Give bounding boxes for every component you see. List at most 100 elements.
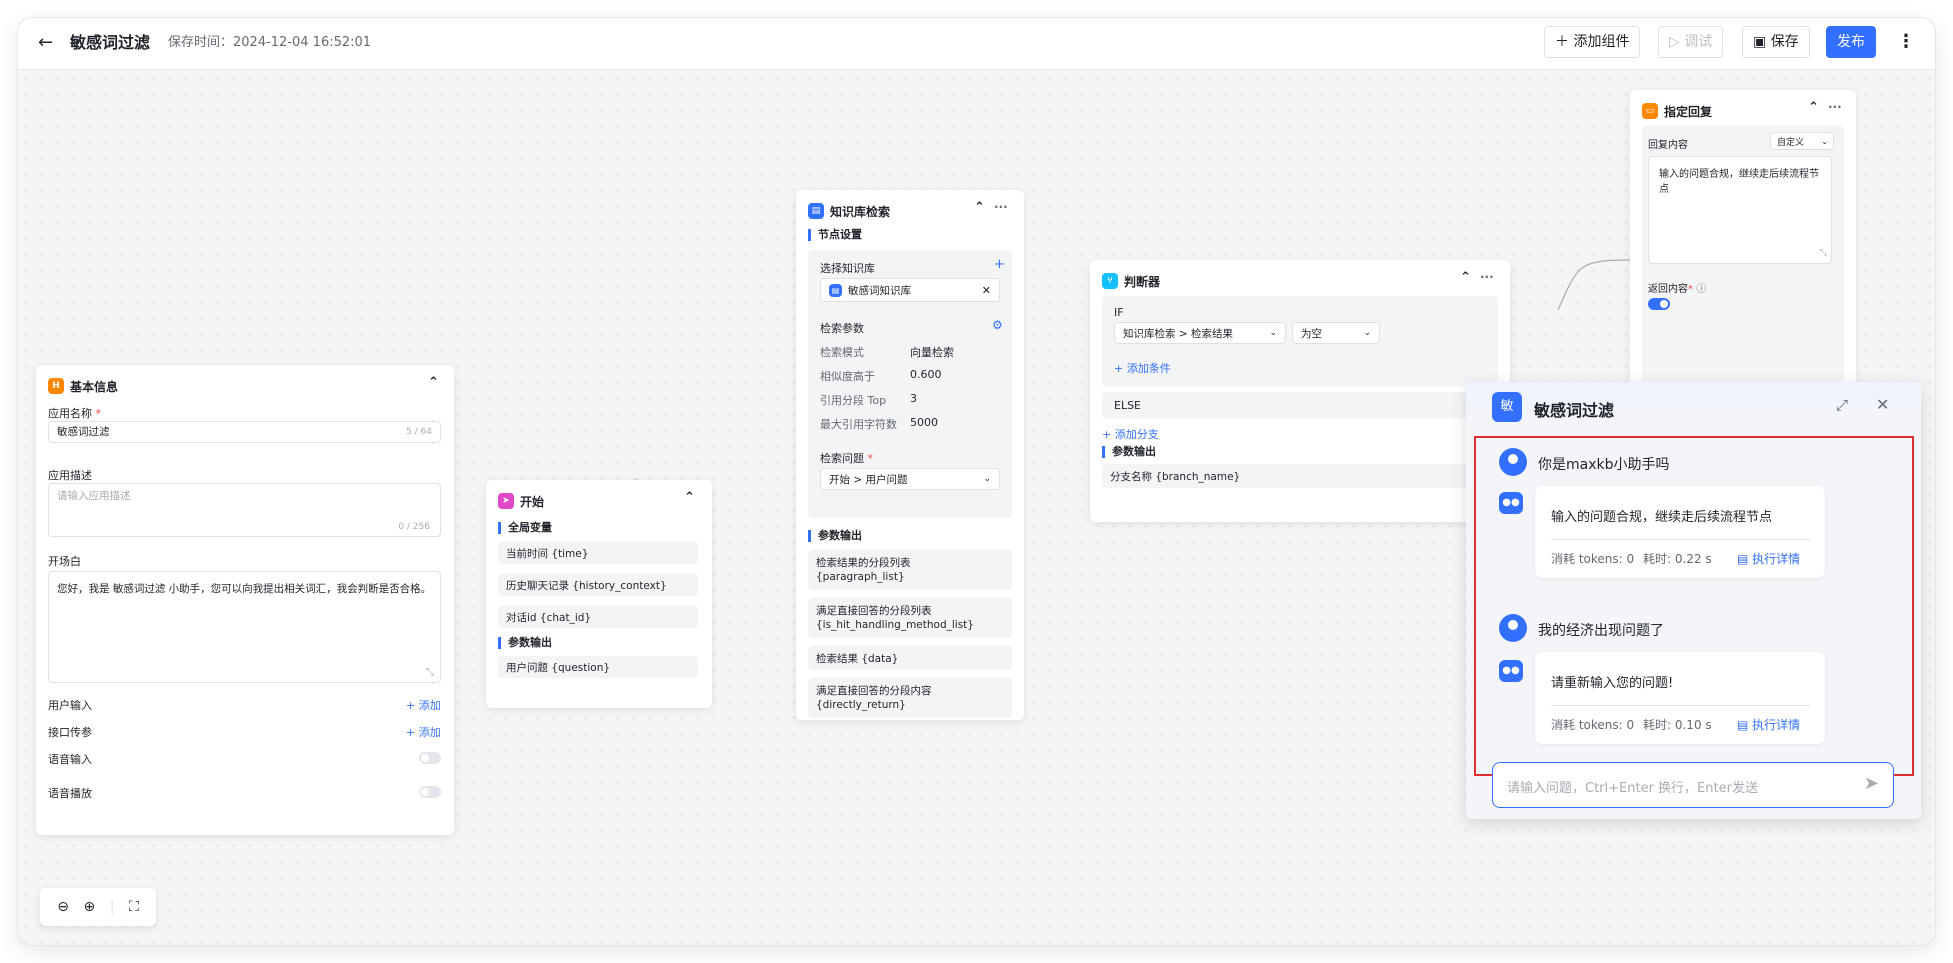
desc-textarea[interactable]: 请输入应用描述 0 / 256 — [48, 483, 441, 537]
param-key: 检索模式 — [820, 346, 864, 359]
var-time: 当前时间 {time} — [498, 542, 698, 564]
condition-operator-value: 为空 — [1301, 327, 1322, 340]
judge-header: ⑂ 判断器 — [1102, 272, 1160, 290]
assistant-answer: 输入的问题合规，继续走后续流程节点 — [1551, 510, 1773, 525]
fit-view-icon[interactable]: ⛶ — [129, 899, 139, 915]
reply-content-text: 输入的问题合规，继续走后续流程节点 — [1659, 169, 1819, 195]
add-component-button[interactable]: ＋ 添加组件 — [1544, 26, 1641, 58]
edge-judge-reply — [1557, 259, 1631, 311]
highlight-box: 你是maxkb小助手吗 ●● 输入的问题合规，继续走后续流程节点 消耗 toke… — [1474, 436, 1914, 776]
prologue-text: 您好，我是 敏感词过滤 小助手，您可以向我提出相关词汇，我会判断是否合格。 — [57, 583, 432, 595]
output-question: 用户问题 {question} — [498, 656, 698, 678]
send-icon[interactable]: ➤ — [1864, 773, 1879, 794]
judge-output-heading: 参数输出 — [1102, 446, 1156, 458]
collapse-caret-icon[interactable]: ⌃ — [1460, 270, 1471, 285]
output-name: 满足直接回答的分段内容 — [816, 685, 932, 697]
kb-settings-panel: 选择知识库 + ▤ 敏感词知识库 ✕ 检索参数 ⚙ 检索模式 向量检索 相似度高… — [808, 250, 1012, 518]
condition-operator-select[interactable]: 为空 ⌄ — [1292, 322, 1380, 344]
param-key: 最大引用字符数 — [820, 418, 897, 431]
prologue-label: 开场白 — [48, 555, 81, 568]
collapse-caret-icon[interactable]: ⌃ — [428, 375, 439, 390]
knowledge-base-icon: ▤ — [808, 203, 824, 219]
collapse-caret-icon[interactable]: ⌃ — [684, 490, 695, 505]
output-directly-return: 满足直接回答的分段内容 {directly_return} — [808, 678, 1012, 718]
pointer-icon: ➤ — [498, 493, 514, 509]
start-node[interactable]: ➤ 开始 ⌃ 全局变量 当前时间 {time} 历史聊天记录 {history_… — [486, 480, 712, 708]
output-name: 满足直接回答的分段列表 — [816, 605, 932, 617]
close-icon[interactable]: ✕ — [1876, 395, 1889, 414]
token-usage: 消耗 tokens: 0 — [1551, 552, 1635, 566]
workflow-canvas[interactable]: H 基本信息 ⌃ 应用名称 * 敏感词过滤 5 / 64 应用描述 请输入应用描… — [18, 70, 1935, 945]
document-icon: ▤ — [1737, 552, 1753, 566]
return-content-toggle[interactable] — [1648, 298, 1670, 310]
reply-title: 指定回复 — [1664, 104, 1713, 119]
knowledge-search-node[interactable]: ▤ 知识库检索 ⌃ ··· 节点设置 选择知识库 + ▤ 敏感词知识库 ✕ 检索… — [796, 190, 1024, 720]
else-label: ELSE — [1114, 399, 1142, 412]
output-var: {directly_return} — [816, 699, 906, 711]
reply-content-label: 回复内容 — [1648, 140, 1688, 151]
start-header: ➤ 开始 — [498, 492, 544, 510]
param-key: 相似度高于 — [820, 370, 875, 383]
judge-node[interactable]: ⑂ 判断器 ⌃ ··· IF 知识库检索 > 检索结果 ⌄ 为空 ⌄ + 添加条… — [1090, 260, 1510, 522]
basic-info-node[interactable]: H 基本信息 ⌃ 应用名称 * 敏感词过滤 5 / 64 应用描述 请输入应用描… — [36, 365, 454, 835]
basic-info-title: 基本信息 — [70, 379, 119, 394]
add-branch-button[interactable]: + 添加分支 — [1102, 426, 1159, 442]
gear-icon[interactable]: ⚙ — [992, 318, 1003, 332]
back-arrow-icon[interactable]: ← — [38, 33, 53, 53]
reply-header: ▭ 指定回复 — [1642, 102, 1712, 120]
more-vertical-icon[interactable]: ⋮ — [1896, 26, 1916, 58]
chevron-down-icon: ⌄ — [1363, 328, 1371, 338]
collapse-caret-icon[interactable]: ⌃ — [1808, 100, 1819, 115]
output-hit-list: 满足直接回答的分段列表 {is_hit_handling_method_list} — [808, 598, 1012, 638]
desc-label: 应用描述 — [48, 469, 92, 482]
reply-content-textarea[interactable]: 输入的问题合规，继续走后续流程节点 ⤡ — [1648, 156, 1832, 264]
zoom-in-icon[interactable]: ⊕ — [83, 899, 95, 915]
debug-label: 调试 — [1684, 34, 1713, 50]
chevron-down-icon: ⌄ — [1821, 136, 1828, 146]
add-api-param-button[interactable]: + 添加 — [406, 724, 441, 740]
condition-field-select[interactable]: 知识库检索 > 检索结果 ⌄ — [1114, 322, 1286, 344]
reply-mode-value: 自定义 — [1777, 137, 1805, 148]
chat-input-box[interactable]: 请输入问题，Ctrl+Enter 换行，Enter发送 ➤ — [1492, 762, 1894, 808]
app-name-input[interactable]: 敏感词过滤 5 / 64 — [48, 421, 441, 443]
zoom-out-icon[interactable]: ⊖ — [57, 899, 69, 915]
chat-title: 敏感词过滤 — [1534, 401, 1615, 420]
reply-mode-select[interactable]: 自定义 ⌄ — [1770, 132, 1834, 150]
condition-field-value: 知识库检索 > 检索结果 — [1123, 327, 1233, 340]
chevron-down-icon: ⌄ — [1269, 328, 1277, 338]
divider — [1551, 539, 1811, 540]
assistant-message: 输入的问题合规，继续走后续流程节点 消耗 tokens: 0 耗时: 0.22 … — [1535, 486, 1825, 578]
more-horizontal-icon[interactable]: ··· — [1480, 270, 1494, 284]
question-select[interactable]: 开始 > 用户问题 ⌄ — [820, 468, 1000, 490]
info-icon: ⓘ — [1696, 284, 1707, 295]
user-avatar — [1499, 614, 1527, 642]
kb-header: ▤ 知识库检索 — [808, 202, 890, 220]
execution-detail-link[interactable]: ▤ 执行详情 — [1737, 716, 1800, 733]
close-icon[interactable]: ✕ — [982, 284, 991, 297]
more-horizontal-icon[interactable]: ··· — [994, 200, 1008, 214]
expand-icon[interactable]: ⤢ — [1836, 396, 1848, 414]
kb-output-heading: 参数输出 — [808, 530, 862, 542]
app-window: ← 敏感词过滤 保存时间：2024-12-04 16:52:01 ＋ 添加组件 … — [18, 18, 1935, 945]
if-label: IF — [1114, 306, 1124, 319]
voice-input-toggle[interactable] — [419, 752, 441, 764]
reply-node[interactable]: ▭ 指定回复 ⌃ ··· 回复内容 自定义 ⌄ 输入的问题合规，继续走后续流程节… — [1630, 90, 1856, 420]
prologue-textarea[interactable]: 您好，我是 敏感词过滤 小助手，您可以向我提出相关词汇，我会判断是否合格。 ⤡ — [48, 571, 441, 683]
kb-chip[interactable]: ▤ 敏感词知识库 ✕ — [820, 278, 1000, 302]
execution-detail-link[interactable]: ▤ 执行详情 — [1737, 550, 1800, 567]
select-kb-label: 选择知识库 — [820, 262, 875, 275]
app-name-count: 5 / 64 — [406, 427, 432, 437]
publish-button[interactable]: 发布 — [1826, 26, 1876, 58]
resize-icon[interactable]: ⤡ — [426, 666, 434, 680]
resize-icon[interactable]: ⤡ — [1820, 246, 1827, 261]
debug-button[interactable]: ▷ 调试 — [1658, 26, 1724, 58]
add-user-input-button[interactable]: + 添加 — [406, 697, 441, 713]
collapse-caret-icon[interactable]: ⌃ — [974, 200, 985, 215]
add-condition-button[interactable]: + 添加条件 — [1114, 360, 1171, 376]
save-button[interactable]: ▣ 保存 — [1742, 26, 1810, 58]
voice-play-toggle[interactable] — [419, 786, 441, 798]
search-params-label: 检索参数 — [820, 322, 864, 335]
assistant-message: 请重新输入您的问题! 消耗 tokens: 0 耗时: 0.10 s ▤ 执行详… — [1535, 652, 1825, 744]
more-horizontal-icon[interactable]: ··· — [1828, 100, 1842, 114]
add-kb-plus-icon[interactable]: + — [994, 257, 1005, 272]
